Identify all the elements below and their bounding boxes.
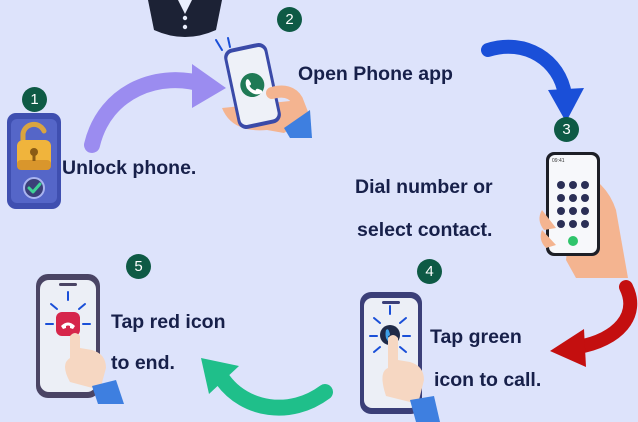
step-2-label: Open Phone app (298, 63, 453, 85)
step-4-label-line2: icon to call. (434, 369, 542, 391)
step-4-badge: 4 (417, 259, 442, 284)
step-3-badge: 3 (554, 117, 579, 142)
arrow-step3-to-step4 (550, 280, 638, 367)
phone-call-steps-diagram: 1 Unlock phone. 2 Open Phone app 09:41 3… (0, 0, 638, 422)
arrow-step1-to-step2 (84, 64, 226, 153)
step-3-label-line1: Dial number or (355, 176, 493, 198)
step-5-label-line2: to end. (111, 352, 175, 374)
unlock-phone-icon (7, 113, 61, 209)
tap-red-end-icon (36, 274, 124, 404)
step-5-label-line1: Tap red icon (111, 311, 226, 333)
svg-text:09:41: 09:41 (552, 158, 565, 164)
tap-green-call-icon (360, 292, 440, 422)
step-5-badge: 5 (126, 254, 151, 279)
step-2-badge: 2 (277, 7, 302, 32)
step-1-badge: 1 (22, 87, 47, 112)
hand-phone-app-icon (215, 37, 312, 138)
arrow-step4-to-step5 (201, 358, 333, 416)
arrow-step2-to-step3 (481, 39, 584, 122)
step-3-label-line2: select contact. (357, 219, 493, 241)
dialer-phone-icon: 09:41 (539, 152, 628, 278)
step-4-label-line1: Tap green (430, 326, 522, 348)
person-figure (148, 0, 222, 37)
